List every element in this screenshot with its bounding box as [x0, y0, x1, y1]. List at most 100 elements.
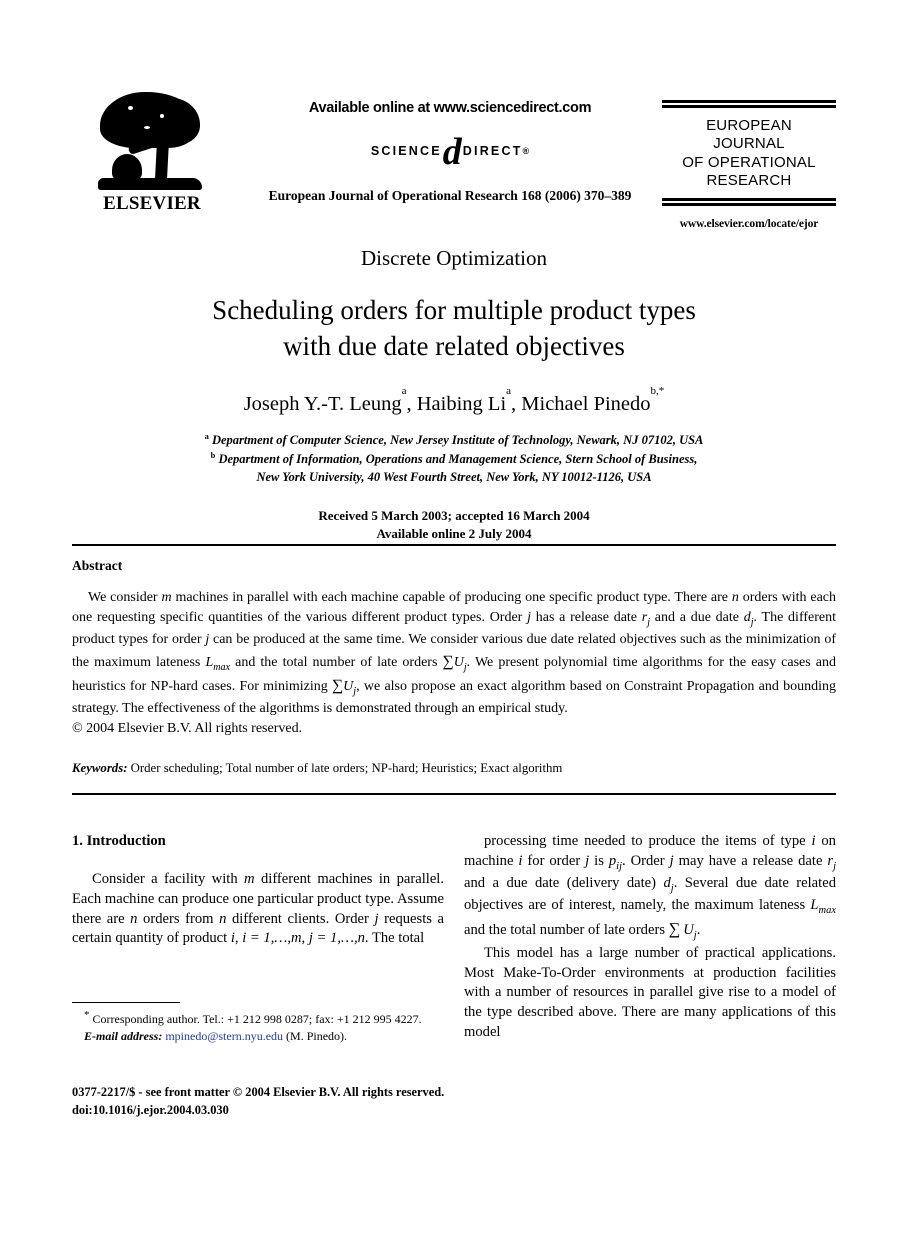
abstract-symbol-sum-uj: ∑Uj: [442, 652, 467, 673]
footnote-block: * Corresponding author. Tel.: +1 212 998…: [72, 1002, 444, 1044]
body-text: . The total: [364, 930, 425, 947]
article-history: Received 5 March 2003; accepted 16 March…: [72, 507, 836, 544]
issn-front-matter: 0377-2217/$ - see front matter © 2004 El…: [72, 1085, 445, 1099]
section-heading-introduction: 1. Introduction: [72, 833, 166, 849]
footnote-divider: [72, 1002, 180, 1003]
body-text: orders from: [137, 910, 220, 927]
author-name: Joseph Y.-T. Leung: [243, 392, 402, 415]
journal-badge: EUROPEAN JOURNAL OF OPERATIONAL RESEARCH…: [662, 100, 836, 230]
abstract-text: has a release date: [530, 610, 642, 626]
abstract-copyright: © 2004 Elsevier B.V. All rights reserved…: [72, 721, 303, 737]
affiliation-mark: b: [210, 450, 216, 461]
received-accepted-date: Received 5 March 2003; accepted 16 March…: [318, 507, 590, 523]
author-name: Michael Pinedo: [521, 392, 651, 415]
body-symbol-m: m: [244, 870, 255, 887]
abstract-text: machines in parallel with each machine c…: [171, 590, 732, 605]
body-text: . Order: [622, 852, 670, 869]
body-text: Consider a facility with: [92, 870, 245, 887]
corresponding-author-note: * Corresponding author. Tel.: +1 212 998…: [72, 1008, 444, 1028]
paper-page: ELSEVIER Available online at www.science…: [0, 0, 907, 1238]
corresponding-author-text: Corresponding author. Tel.: +1 212 998 0…: [89, 1012, 422, 1026]
body-text: processing time needed to produce the it…: [484, 833, 812, 849]
doi: doi:10.1016/j.ejor.2004.03.030: [72, 1103, 229, 1118]
body-symbol-dj: dj: [663, 875, 674, 894]
body-symbol-lmax: Lmax: [810, 897, 836, 917]
journal-name: EUROPEAN JOURNAL OF OPERATIONAL RESEARCH: [662, 117, 836, 190]
author-affil-mark: b,*: [650, 385, 665, 398]
body-column-right: processing time needed to produce the it…: [464, 832, 836, 1043]
body-text: and the total number of late orders: [464, 922, 669, 939]
affiliation-mark: a: [204, 430, 209, 441]
imprint-block: 0377-2217/$ - see front matter © 2004 El…: [72, 1083, 632, 1120]
journal-name-line-3: OF OPERATIONAL: [682, 153, 816, 171]
paper-title-line-1: Scheduling orders for multiple product t…: [212, 295, 696, 325]
body-symbol-sum-uj: ∑ Uj: [668, 919, 697, 942]
journal-citation: European Journal of Operational Research…: [268, 188, 632, 203]
body-paragraph: Consider a facility with m different mac…: [72, 870, 444, 949]
page-title: Scheduling orders for multiple product t…: [72, 293, 836, 365]
available-online-text: Available online at www.sciencedirect.co…: [308, 100, 592, 116]
journal-name-line-2: JOURNAL: [713, 135, 785, 153]
registered-trademark-icon: ®: [522, 146, 530, 156]
body-symbol-pij: pij: [608, 852, 622, 872]
abstract-symbol-sum-uj: ∑Uj: [331, 676, 357, 697]
keywords-bottom-divider: [72, 793, 836, 795]
author-affil-mark: a: [401, 385, 407, 398]
elsevier-tree-icon: [98, 92, 206, 192]
body-text: is: [589, 852, 609, 869]
abstract-symbol-m: m: [161, 590, 172, 605]
email-label: E-mail address:: [84, 1028, 163, 1043]
email-link[interactable]: mpinedo@stern.nyu.edu: [165, 1029, 283, 1043]
abstract-section: Abstract We consider m machines in paral…: [72, 558, 836, 740]
badge-top-rule: [662, 100, 836, 108]
body-symbol-rj: rj: [827, 852, 836, 872]
sciencedirect-at-icon: d: [442, 131, 462, 173]
body-text: .: [696, 922, 701, 939]
affiliation-text: Department of Information, Operations an…: [218, 452, 698, 467]
abstract-symbol-lmax: Lmax: [205, 654, 231, 673]
keywords-label: Keywords:: [72, 761, 128, 775]
available-online-date: Available online 2 July 2004: [376, 525, 532, 541]
affiliation-text: New York University, 40 West Fourth Stre…: [256, 470, 652, 485]
abstract-top-divider: [72, 544, 836, 546]
email-note: E-mail address: mpinedo@stern.nyu.edu (M…: [72, 1028, 444, 1045]
keywords-value: Order scheduling; Total number of late o…: [130, 761, 563, 775]
body-text: may have a release date: [673, 852, 828, 869]
affiliation-list: a Department of Computer Science, New Je…: [72, 430, 836, 487]
keywords-line: Keywords: Order scheduling; Total number…: [72, 761, 836, 776]
abstract-text: and a due date: [650, 610, 744, 626]
paper-title-line-2: with due date related objectives: [283, 330, 625, 361]
body-paragraph: processing time needed to produce the it…: [464, 832, 836, 944]
journal-name-line-1: EUROPEAN: [706, 117, 792, 134]
section-kind: Discrete Optimization: [360, 246, 548, 270]
sciencedirect-science-text: SCIENCE: [370, 144, 442, 158]
affiliation-item: b Department of Information, Operations …: [72, 449, 836, 468]
abstract-text: and the total number of late orders: [230, 654, 443, 670]
body-paragraph: This model has a large number of practic…: [464, 944, 836, 1041]
author-list: Joseph Y.-T. Leunga, Haibing Lia, Michae…: [243, 385, 665, 415]
abstract-heading: Abstract: [72, 558, 123, 573]
body-symbol-range-j: j = 1,…,n: [308, 930, 365, 947]
body-text: ,: [301, 930, 309, 947]
journal-url[interactable]: www.elsevier.com/locate/ejor: [662, 218, 836, 230]
abstract-text: We consider: [88, 590, 162, 605]
sciencedirect-logo: SCIENCE d DIRECT ®: [240, 131, 660, 173]
affiliation-text: Department of Computer Science, New Jers…: [211, 432, 704, 447]
body-text: for order: [522, 852, 586, 869]
affiliation-item: a Department of Computer Science, New Je…: [72, 430, 836, 449]
elsevier-logo: ELSEVIER: [92, 92, 212, 220]
body-column-left: 1. Introduction Consider a facility with…: [72, 832, 444, 949]
author-affil-mark: a: [506, 385, 512, 398]
abstract-symbol-n: n: [731, 590, 739, 605]
email-owner: (M. Pinedo).: [286, 1028, 348, 1043]
title-block: Discrete Optimization Scheduling orders …: [72, 246, 836, 543]
body-text: different clients. Order: [226, 910, 375, 927]
badge-bottom-rule: [662, 198, 836, 207]
affiliation-item: New York University, 40 West Fourth Stre…: [72, 468, 836, 486]
sciencedirect-direct-text: DIRECT: [462, 144, 523, 158]
body-symbol-range-i: i = 1,…,m: [242, 930, 302, 947]
abstract-body: We consider m machines in parallel with …: [72, 588, 836, 719]
author-name: Haibing Li: [416, 392, 507, 415]
sciencedirect-block: Available online at www.sciencedirect.co…: [240, 100, 660, 204]
masthead: ELSEVIER Available online at www.science…: [72, 92, 836, 232]
